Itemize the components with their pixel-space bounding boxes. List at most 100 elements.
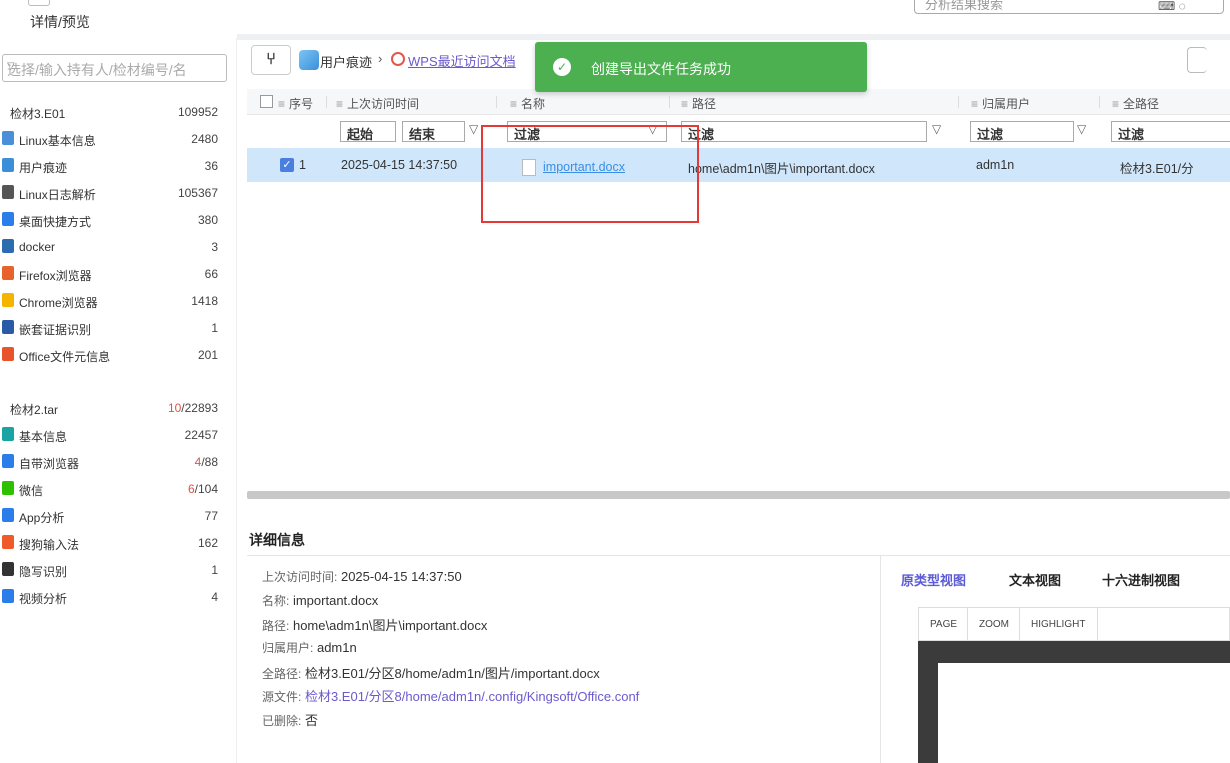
tab-text-view[interactable]: 文本视图 bbox=[1009, 570, 1061, 589]
sidebar-item-label: 自带浏览器 bbox=[19, 457, 80, 471]
breadcrumb-user-trace[interactable]: 用户痕迹 bbox=[320, 52, 372, 71]
detail-value: adm1n bbox=[316, 640, 357, 655]
document-page bbox=[938, 663, 1230, 763]
sidebar-item-label: Office文件元信息 bbox=[19, 350, 111, 364]
detail-value: 检材3.E01/分区8/home/adm1n/图片/important.docx bbox=[304, 666, 600, 681]
column-divider bbox=[326, 96, 327, 108]
detail-value: important.docx bbox=[292, 593, 379, 608]
time-end-filter[interactable]: 结束 bbox=[402, 121, 465, 142]
column-index[interactable]: ≡ 序号 bbox=[278, 95, 313, 112]
filter-row: 起始 结束 ▽ 过滤 ▽ 过滤 ▽ 过滤 ▽ 过滤 bbox=[247, 117, 1230, 145]
search-placeholder: 分析结果搜索 bbox=[925, 0, 1004, 12]
tab-prototype-view[interactable]: 原类型视图 bbox=[901, 570, 966, 589]
owner-filter-input[interactable]: 过滤 bbox=[970, 121, 1074, 142]
sidebar-item[interactable]: Linux基本信息 2480 bbox=[0, 125, 230, 152]
sidebar-item[interactable]: 微信 6/104 bbox=[0, 475, 230, 502]
time-end-label: 结束 bbox=[409, 127, 436, 142]
info-icon bbox=[2, 427, 14, 441]
detail-field-last-access: 上次访问时间: 2025-04-15 14:37:50 bbox=[262, 568, 462, 585]
column-owner-label: 归属用户 bbox=[982, 97, 1031, 111]
item-count: 4/88 bbox=[195, 455, 218, 469]
filter-icon[interactable]: ▽ bbox=[932, 122, 941, 136]
tab-detail-preview[interactable]: 详情/预览 bbox=[30, 12, 90, 32]
sidebar-item[interactable]: docker 3 bbox=[0, 233, 230, 260]
detail-value: 否 bbox=[304, 713, 318, 728]
sidebar-item-label: App分析 bbox=[19, 511, 65, 525]
toast-message: 创建导出文件任务成功 bbox=[591, 61, 731, 77]
docker-icon bbox=[2, 239, 14, 253]
select-all-checkbox[interactable] bbox=[260, 95, 273, 108]
app-icon bbox=[2, 508, 14, 522]
sidebar-item-label: 嵌套证据识别 bbox=[19, 323, 92, 337]
path-filter-input[interactable]: 过滤 bbox=[681, 121, 927, 142]
sidebar-item[interactable]: Linux日志解析 105367 bbox=[0, 179, 230, 206]
tab-handle[interactable] bbox=[28, 0, 50, 6]
horizontal-scrollbar[interactable] bbox=[247, 491, 1230, 499]
sidebar-item[interactable]: 嵌套证据识别 1 bbox=[0, 314, 230, 341]
source-file-link[interactable]: 检材3.E01/分区8/home/adm1n/.config/Kingsoft/… bbox=[305, 689, 639, 704]
tab-hex-view[interactable]: 十六进制视图 bbox=[1102, 570, 1180, 589]
item-count: 162 bbox=[197, 536, 218, 550]
full-path-filter-input[interactable]: 过滤 bbox=[1111, 121, 1230, 142]
pdf-highlight-button[interactable]: HIGHLIGHT bbox=[1031, 619, 1085, 630]
table-row[interactable]: ✓ 1 2025-04-15 14:37:50 important.docx h… bbox=[247, 148, 1230, 182]
sidebar-item[interactable]: 隐写识别 1 bbox=[0, 556, 230, 583]
sidebar-item[interactable]: Chrome浏览器 1418 bbox=[0, 287, 230, 314]
sidebar-item[interactable]: 视频分析 4 bbox=[0, 583, 230, 610]
breadcrumb-wps-recent[interactable]: WPS最近访问文档 bbox=[408, 51, 516, 70]
pdf-zoom-button[interactable]: ZOOM bbox=[979, 619, 1009, 630]
sidebar-item-label: Firefox浏览器 bbox=[19, 269, 92, 283]
item-count: 6/104 bbox=[188, 482, 218, 496]
divider bbox=[967, 608, 968, 642]
toolbar-button[interactable] bbox=[1187, 47, 1207, 73]
item-count: 109952 bbox=[177, 105, 218, 119]
column-path-label: 路径 bbox=[692, 97, 717, 111]
document-preview[interactable] bbox=[918, 641, 1230, 763]
sidebar-item[interactable]: App分析 77 bbox=[0, 502, 230, 529]
sidebar-item[interactable]: 用户痕迹 36 bbox=[0, 152, 230, 179]
branch-icon[interactable]: ⑂ bbox=[251, 45, 291, 75]
sidebar-item-label: 用户痕迹 bbox=[19, 161, 68, 175]
column-full-path[interactable]: ≡ 全路径 bbox=[1112, 95, 1159, 112]
nested-evidence-icon bbox=[2, 320, 14, 334]
firefox-icon bbox=[2, 266, 14, 280]
sidebar-item-label: 微信 bbox=[19, 484, 44, 498]
evidence-group[interactable]: 检材3.E01 109952 bbox=[0, 98, 230, 125]
check-icon: ✓ bbox=[553, 58, 571, 76]
column-divider bbox=[1099, 96, 1100, 108]
filter-icon[interactable]: ▽ bbox=[469, 122, 478, 136]
office-icon bbox=[2, 347, 14, 361]
row-index: 1 bbox=[299, 158, 306, 172]
sidebar-item-label: 检材3.E01 bbox=[10, 107, 66, 121]
pdf-page-button[interactable]: PAGE bbox=[930, 619, 957, 630]
keyboard-icon[interactable]: ⌨ ◌ bbox=[1158, 0, 1186, 13]
detail-key: 全路径: bbox=[262, 667, 302, 681]
user-trace-icon bbox=[2, 158, 14, 172]
sidebar-item[interactable]: 基本信息 22457 bbox=[0, 421, 230, 448]
pdf-toolbar: PAGE ZOOM HIGHLIGHT bbox=[918, 607, 1230, 642]
filter-icon[interactable]: ▽ bbox=[1077, 122, 1086, 136]
sidebar-item[interactable]: 自带浏览器 4/88 bbox=[0, 448, 230, 475]
column-path[interactable]: ≡ 路径 bbox=[681, 95, 716, 112]
column-last-access[interactable]: ≡ 上次访问时间 bbox=[336, 95, 419, 112]
sidebar-item[interactable]: 搜狗输入法 162 bbox=[0, 529, 230, 556]
sidebar-item[interactable]: Firefox浏览器 66 bbox=[0, 260, 230, 287]
sidebar-item-label: Linux日志解析 bbox=[19, 188, 96, 202]
detail-field-name: 名称: important.docx bbox=[262, 592, 378, 609]
column-divider bbox=[496, 96, 497, 108]
row-checkbox[interactable]: ✓ bbox=[280, 158, 294, 172]
time-start-filter[interactable]: 起始 bbox=[340, 121, 396, 142]
evidence-select[interactable]: 选择/输入持有人/检材编号/名 ▽ bbox=[2, 54, 227, 82]
table-header: ≡ 序号 ≡ 上次访问时间 ≡ 名称 ≡ 路径 ≡ 归属用户 ≡ 全路径 bbox=[247, 89, 1230, 115]
chrome-icon bbox=[2, 293, 14, 307]
sidebar-item-label: 桌面快捷方式 bbox=[19, 215, 92, 229]
sidebar-item[interactable]: Office文件元信息 201 bbox=[0, 341, 230, 368]
item-count: 2480 bbox=[191, 132, 218, 146]
column-name[interactable]: ≡ 名称 bbox=[510, 95, 545, 112]
evidence-group[interactable]: 检材2.tar 10/22893 bbox=[0, 394, 230, 421]
column-owner[interactable]: ≡ 归属用户 bbox=[971, 95, 1030, 112]
count-flagged: 6 bbox=[187, 482, 195, 496]
menu-icon: ≡ bbox=[971, 97, 979, 111]
detail-field-deleted: 已删除: 否 bbox=[262, 710, 318, 729]
sidebar-item[interactable]: 桌面快捷方式 380 bbox=[0, 206, 230, 233]
